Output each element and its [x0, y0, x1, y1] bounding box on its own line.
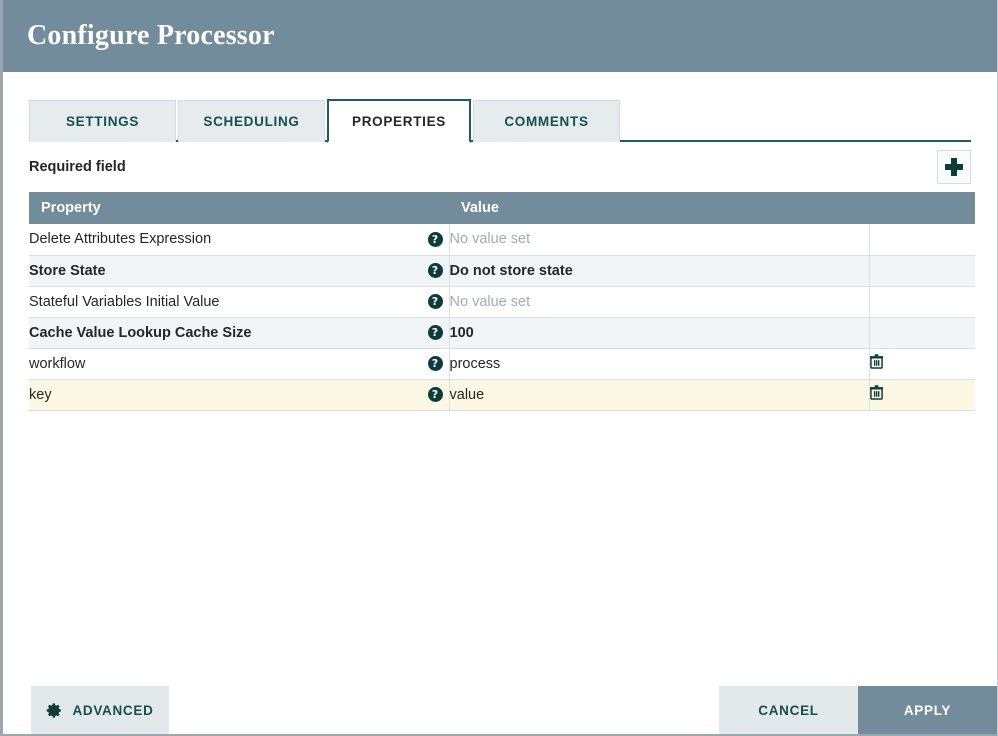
- table-row[interactable]: Delete Attributes Expression?No value se…: [29, 224, 975, 255]
- table-header-row: Property Value: [29, 192, 975, 224]
- tab-settings-label: SETTINGS: [66, 114, 139, 129]
- configure-processor-dialog: Configure Processor SETTINGS SCHEDULING …: [0, 0, 998, 736]
- dialog-footer: ADVANCED CANCEL APPLY: [3, 686, 997, 734]
- property-cell[interactable]: Cache Value Lookup Cache Size?: [29, 317, 449, 348]
- footer-spacer: [169, 686, 719, 734]
- value-cell[interactable]: value: [449, 379, 869, 410]
- cancel-button-label: CANCEL: [758, 703, 818, 718]
- property-value-label: No value set: [450, 294, 531, 310]
- property-name-label: Store State: [29, 263, 106, 279]
- row-actions-cell: [869, 348, 975, 379]
- help-circle-icon[interactable]: ?: [428, 356, 443, 371]
- help-circle-icon[interactable]: ?: [428, 294, 443, 309]
- property-cell[interactable]: workflow?: [29, 348, 449, 379]
- property-value-label: Do not store state: [450, 263, 573, 279]
- tab-properties[interactable]: PROPERTIES: [327, 99, 471, 143]
- help-circle-icon[interactable]: ?: [428, 232, 443, 247]
- value-cell[interactable]: No value set: [449, 224, 869, 255]
- property-value-label: No value set: [450, 231, 531, 247]
- required-field-bar: Required field: [29, 142, 971, 192]
- property-name-label: Stateful Variables Initial Value: [29, 294, 220, 310]
- cancel-button[interactable]: CANCEL: [719, 686, 858, 734]
- page-title: Configure Processor: [27, 22, 275, 50]
- tab-bar: SETTINGS SCHEDULING PROPERTIES COMMENTS: [3, 99, 997, 142]
- property-name-label: workflow: [29, 356, 85, 372]
- plus-icon: [945, 158, 963, 176]
- table-row[interactable]: Store State?Do not store state: [29, 255, 975, 286]
- tab-scheduling-label: SCHEDULING: [203, 114, 299, 129]
- property-cell[interactable]: key?: [29, 379, 449, 410]
- property-cell[interactable]: Stateful Variables Initial Value?: [29, 286, 449, 317]
- delete-property-icon[interactable]: [870, 385, 883, 400]
- table-row[interactable]: key?value: [29, 379, 975, 410]
- column-header-property: Property: [29, 192, 449, 224]
- table-row[interactable]: Stateful Variables Initial Value?No valu…: [29, 286, 975, 317]
- column-header-value: Value: [449, 192, 869, 224]
- dialog-header: Configure Processor: [3, 0, 997, 72]
- add-property-button[interactable]: [937, 150, 971, 184]
- help-circle-icon[interactable]: ?: [428, 325, 443, 340]
- help-circle-icon[interactable]: ?: [428, 387, 443, 402]
- gear-icon: [46, 702, 63, 719]
- apply-button-label: APPLY: [904, 703, 951, 718]
- table-row[interactable]: workflow?process: [29, 348, 975, 379]
- property-value-label: value: [450, 387, 485, 403]
- value-cell[interactable]: 100: [449, 317, 869, 348]
- property-cell[interactable]: Store State?: [29, 255, 449, 286]
- property-value-label: process: [450, 356, 501, 372]
- property-name-label: key: [29, 387, 52, 403]
- delete-property-icon[interactable]: [870, 354, 883, 369]
- row-actions-cell: [869, 255, 975, 286]
- apply-button[interactable]: APPLY: [858, 686, 997, 734]
- required-field-label: Required field: [29, 159, 126, 175]
- property-name-label: Delete Attributes Expression: [29, 231, 211, 247]
- row-actions-cell: [869, 317, 975, 348]
- column-header-actions: [869, 192, 975, 224]
- row-actions-cell: [869, 286, 975, 317]
- tab-settings[interactable]: SETTINGS: [29, 100, 176, 142]
- value-cell[interactable]: Do not store state: [449, 255, 869, 286]
- help-circle-icon[interactable]: ?: [428, 263, 443, 278]
- value-cell[interactable]: No value set: [449, 286, 869, 317]
- tab-properties-label: PROPERTIES: [352, 114, 446, 129]
- property-value-label: 100: [450, 325, 474, 341]
- advanced-button-label: ADVANCED: [72, 703, 153, 718]
- tab-scheduling[interactable]: SCHEDULING: [178, 100, 325, 142]
- value-cell[interactable]: process: [449, 348, 869, 379]
- tab-comments-label: COMMENTS: [504, 114, 588, 129]
- table-row[interactable]: Cache Value Lookup Cache Size?100: [29, 317, 975, 348]
- row-actions-cell: [869, 224, 975, 255]
- advanced-button[interactable]: ADVANCED: [31, 686, 169, 734]
- property-cell[interactable]: Delete Attributes Expression?: [29, 224, 449, 255]
- row-actions-cell: [869, 379, 975, 410]
- table-header: Property Value: [29, 192, 975, 224]
- table-body: Delete Attributes Expression?No value se…: [29, 224, 975, 410]
- property-name-label: Cache Value Lookup Cache Size: [29, 325, 251, 341]
- property-table: Property Value Delete Attributes Express…: [29, 192, 975, 411]
- tab-comments[interactable]: COMMENTS: [473, 100, 620, 142]
